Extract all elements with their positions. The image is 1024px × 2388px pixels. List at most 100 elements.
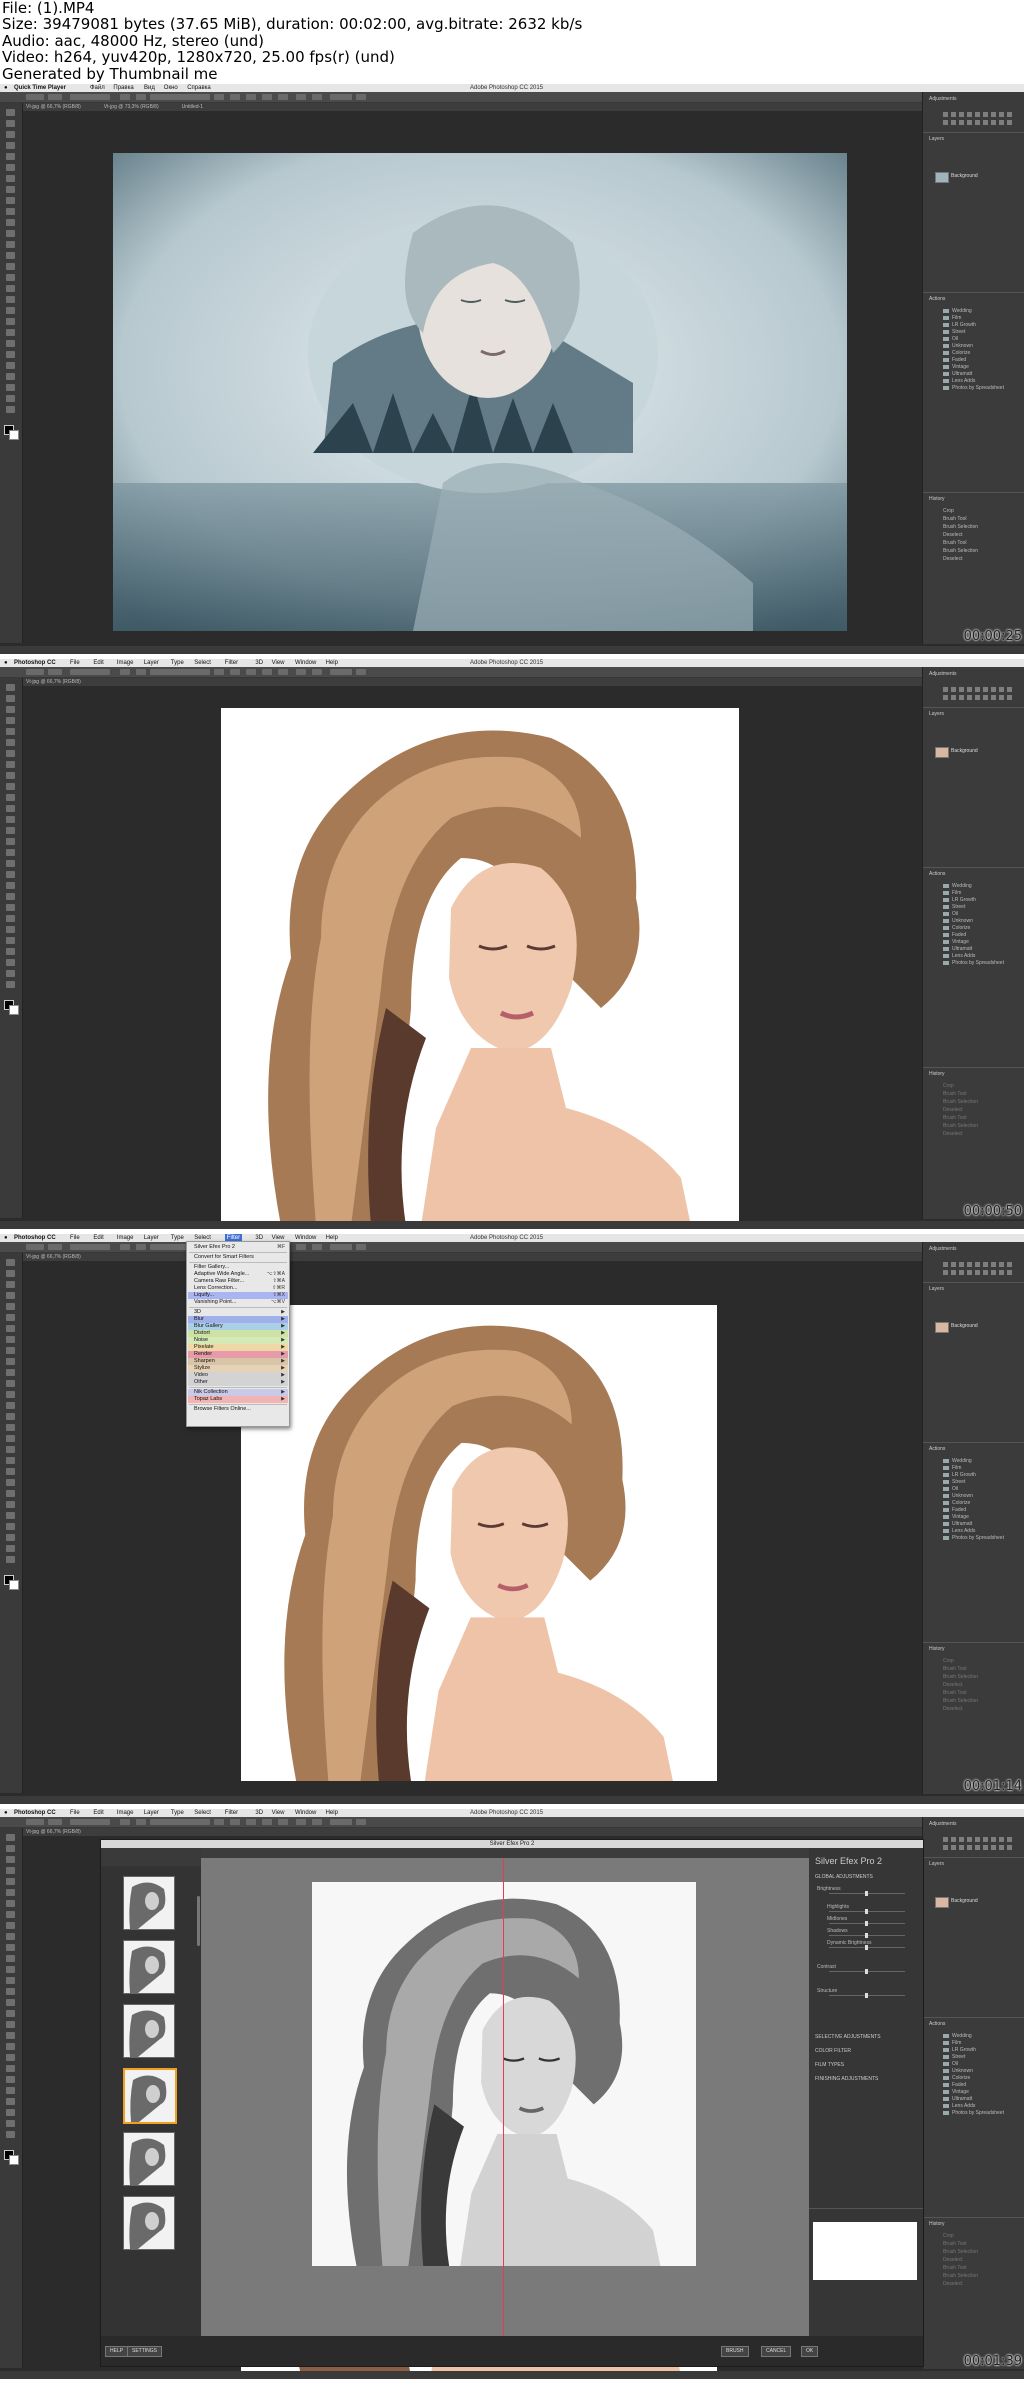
option-control[interactable]	[230, 94, 240, 100]
menu-item[interactable]: Nik Collection	[194, 1389, 228, 1396]
tool-icon[interactable]	[6, 1501, 15, 1508]
action-folder[interactable]: Faded	[943, 1507, 1019, 1513]
menu-item[interactable]: Liquify...	[194, 1292, 214, 1299]
actions-panel-title[interactable]: Actions	[929, 2021, 945, 2027]
menu-item[interactable]: Blur Gallery	[194, 1323, 223, 1330]
history-state[interactable]: Deselect	[943, 1107, 1019, 1113]
history-state[interactable]: Deselect	[943, 556, 1019, 562]
layer-thumbnail[interactable]	[935, 747, 949, 758]
option-control[interactable]	[150, 669, 210, 675]
history-panel-title[interactable]: History	[929, 1646, 945, 1652]
option-control[interactable]	[312, 669, 322, 675]
adjustment-icon[interactable]	[983, 1837, 988, 1842]
menu-window[interactable]: Window	[295, 1809, 316, 1817]
tool-icon[interactable]	[6, 728, 15, 735]
tool-icon[interactable]	[6, 1523, 15, 1530]
action-folder[interactable]: Oil	[943, 2061, 1019, 2067]
layer-name[interactable]: Background	[951, 1323, 978, 1329]
menu-item[interactable]: Convert for Smart Filters	[194, 1254, 254, 1261]
action-folder[interactable]: Unknown	[943, 2068, 1019, 2074]
slider-thumb[interactable]	[865, 1921, 868, 1926]
adjustment-icon[interactable]	[991, 1837, 996, 1842]
tool-icon[interactable]	[6, 783, 15, 790]
tool-icon[interactable]	[6, 1556, 15, 1563]
action-folder[interactable]: Photos by Spreadsheet	[943, 2110, 1019, 2116]
tool-icon[interactable]	[6, 153, 15, 160]
action-folder[interactable]: Vintage	[943, 1514, 1019, 1520]
tool-icon[interactable]	[6, 717, 15, 724]
adjustment-icon[interactable]	[951, 1837, 956, 1842]
adjustment-icon[interactable]	[999, 1270, 1004, 1275]
adjustment-icon[interactable]	[967, 1262, 972, 1267]
history-state[interactable]: Brush Tool	[943, 1091, 1019, 1097]
tool-icon[interactable]	[6, 2021, 15, 2028]
slider-thumb[interactable]	[865, 1993, 868, 1998]
option-control[interactable]	[70, 1819, 110, 1825]
tool-icon[interactable]	[6, 816, 15, 823]
menu-view[interactable]: View	[272, 1809, 285, 1817]
option-control[interactable]	[136, 1244, 146, 1250]
adjustment-icon[interactable]	[1007, 1262, 1012, 1267]
tool-icon[interactable]	[6, 1435, 15, 1442]
layers-panel-title[interactable]: Layers	[929, 136, 944, 142]
tool-icon[interactable]	[6, 706, 15, 713]
layer-name[interactable]: Background	[951, 1898, 978, 1904]
option-control[interactable]	[70, 669, 110, 675]
tool-icon[interactable]	[6, 131, 15, 138]
menu-help[interactable]: Help	[326, 659, 338, 667]
tool-icon[interactable]	[6, 1292, 15, 1299]
layer-thumbnail[interactable]	[935, 172, 949, 183]
adjustment-icon[interactable]	[983, 687, 988, 692]
tool-icon[interactable]	[6, 230, 15, 237]
tool-icon[interactable]	[6, 1845, 15, 1852]
adjustment-icon[interactable]	[951, 687, 956, 692]
menu-item[interactable]: Filter Gallery...	[194, 1264, 229, 1271]
adjustment-section[interactable]: FILM TYPES	[815, 2062, 844, 2068]
tool-icon[interactable]	[6, 1336, 15, 1343]
app-menu[interactable]: Photoshop CC	[14, 659, 56, 667]
action-folder[interactable]: Colorize	[943, 1500, 1019, 1506]
adjustment-section[interactable]: FINISHING ADJUSTMENTS	[815, 2076, 878, 2082]
preset-thumbnail[interactable]	[123, 2196, 175, 2250]
tool-icon[interactable]	[6, 1922, 15, 1929]
adjustments-panel-title[interactable]: Adjustments	[929, 1246, 957, 1252]
history-state[interactable]: Brush Tool	[943, 516, 1019, 522]
tool-icon[interactable]	[6, 395, 15, 402]
adjustment-icon[interactable]	[975, 112, 980, 117]
menu-view[interactable]: View	[272, 659, 285, 667]
action-folder[interactable]: Lens Adds	[943, 953, 1019, 959]
tool-icon[interactable]	[6, 739, 15, 746]
menu-type[interactable]: Type	[171, 1809, 184, 1817]
adjustment-icon[interactable]	[975, 1845, 980, 1850]
tool-icon[interactable]	[6, 1402, 15, 1409]
tool-icon[interactable]	[6, 1867, 15, 1874]
plugin-button-ok[interactable]: OK	[801, 2346, 819, 2357]
history-state[interactable]: Deselect	[943, 1131, 1019, 1137]
menu-select[interactable]: Select	[194, 659, 211, 667]
document-tab[interactable]: Vt-jpg @ 66,7% (RGB/8)	[26, 1253, 81, 1261]
menu-окно[interactable]: Окно	[164, 84, 178, 92]
tool-icon[interactable]	[6, 219, 15, 226]
action-folder[interactable]: Ultramatt	[943, 946, 1019, 952]
action-folder[interactable]: Unknown	[943, 1493, 1019, 1499]
history-panel-title[interactable]: History	[929, 1071, 945, 1077]
action-folder[interactable]: Film	[943, 1465, 1019, 1471]
adjustment-icon[interactable]	[975, 1270, 980, 1275]
history-state[interactable]: Brush Tool	[943, 1115, 1019, 1121]
adjustment-icon[interactable]	[959, 695, 964, 700]
option-control[interactable]	[278, 1819, 288, 1825]
tool-icon[interactable]	[6, 1380, 15, 1387]
option-control[interactable]	[230, 1819, 240, 1825]
action-folder[interactable]: Ultramatt	[943, 371, 1019, 377]
tool-icon[interactable]	[6, 307, 15, 314]
tool-icon[interactable]	[6, 1999, 15, 2006]
slider-thumb[interactable]	[865, 1891, 868, 1896]
preset-thumbnail[interactable]	[123, 2068, 177, 2124]
tool-icon[interactable]	[6, 2076, 15, 2083]
menu-item[interactable]: Adaptive Wide Angle...	[194, 1271, 249, 1278]
option-control[interactable]	[330, 1819, 352, 1825]
tool-icon[interactable]	[6, 849, 15, 856]
history-state[interactable]: Brush Selection	[943, 548, 1019, 554]
option-control[interactable]	[296, 94, 306, 100]
adjustment-icon[interactable]	[975, 687, 980, 692]
